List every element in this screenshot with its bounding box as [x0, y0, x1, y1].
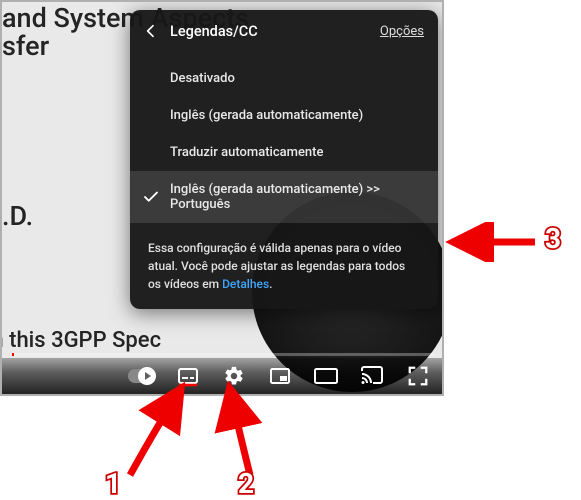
menu-item-english-auto[interactable]: Inglês (gerada automaticamente): [130, 97, 438, 134]
footer-text-after: .: [269, 277, 272, 291]
menu-item-label: Traduzir automaticamente: [170, 145, 323, 160]
theater-mode-icon[interactable]: [312, 362, 340, 390]
annotation-label-3: 3: [545, 222, 561, 255]
menu-item-label: Inglês (gerada automaticamente) >> Portu…: [170, 182, 424, 212]
cast-icon[interactable]: [358, 362, 386, 390]
progress-bar[interactable]: [12, 353, 434, 356]
checkmark-icon: [142, 188, 160, 206]
fullscreen-icon[interactable]: [404, 362, 432, 390]
video-title-line2: sfer: [2, 30, 49, 62]
caption-language-menu: Desativado Inglês (gerada automaticament…: [130, 54, 438, 227]
annotation-arrow-3: [440, 222, 560, 266]
panel-options-link[interactable]: Opções: [380, 24, 424, 39]
footer-text-before: Essa configuração é válida apenas para o…: [148, 241, 405, 291]
menu-item-english-to-portuguese[interactable]: Inglês (gerada automaticamente) >> Portu…: [130, 171, 438, 223]
progress-fill: [12, 353, 14, 356]
panel-footer-note: Essa configuração é válida apenas para o…: [130, 227, 438, 309]
annotation-label-1: 1: [105, 467, 121, 500]
annotation-label-2: 2: [238, 467, 254, 500]
video-text-d: .D.: [2, 200, 33, 232]
panel-title: Legendas/CC: [170, 23, 372, 40]
menu-item-off[interactable]: Desativado: [130, 60, 438, 97]
details-link[interactable]: Detalhes: [222, 277, 269, 291]
menu-item-autotranslate[interactable]: Traduzir automaticamente: [130, 134, 438, 171]
back-icon[interactable]: [140, 20, 162, 42]
video-player: and System Aspects sfer .D. om this 3GPP…: [0, 0, 444, 396]
panel-header: Legendas/CC Opções: [130, 10, 438, 54]
video-text-spec: om this 3GPP Spec: [0, 328, 161, 353]
menu-item-label: Inglês (gerada automaticamente): [170, 108, 363, 123]
captions-settings-panel: Legendas/CC Opções Desativado Inglês (ge…: [130, 10, 438, 309]
menu-item-label: Desativado: [170, 71, 235, 86]
